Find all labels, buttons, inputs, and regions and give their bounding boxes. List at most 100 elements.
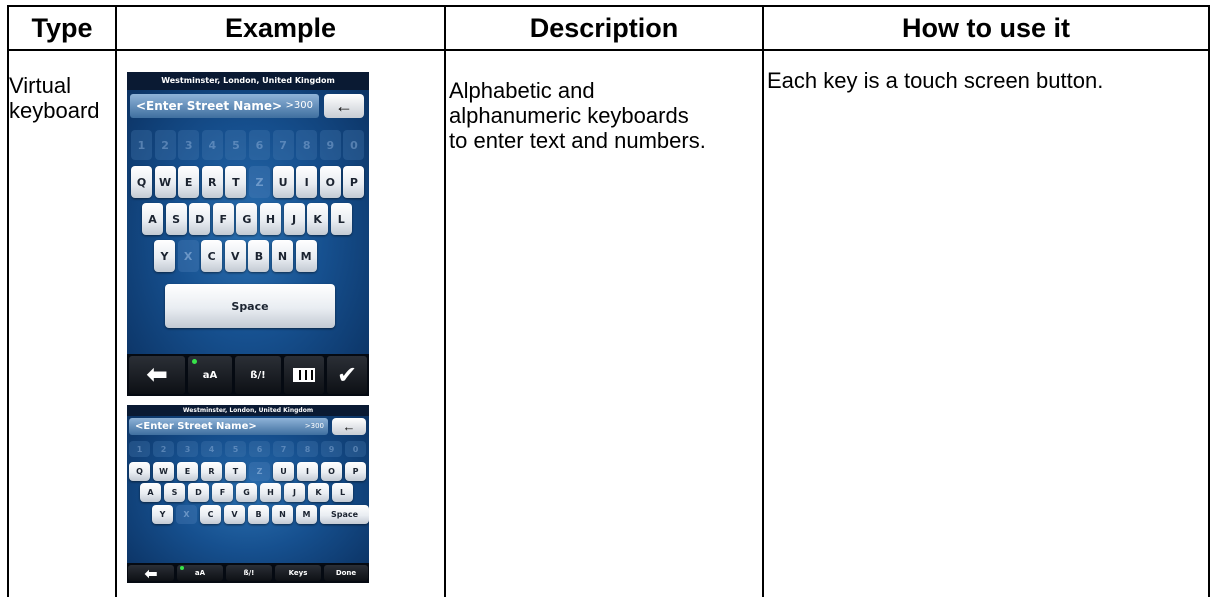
feature-table: Type Example Description How to use it V… xyxy=(7,5,1210,597)
key-g[interactable]: G xyxy=(236,483,257,502)
checkmark-icon: ✔ xyxy=(336,361,358,389)
number-key-1: 1 xyxy=(129,441,150,457)
key-a[interactable]: A xyxy=(142,203,163,235)
key-w[interactable]: W xyxy=(154,166,176,198)
key-u[interactable]: U xyxy=(273,462,294,481)
street-name-input-compact[interactable]: <Enter Street Name> >300 xyxy=(129,418,328,435)
header-how-to-use: How to use it xyxy=(902,12,1070,43)
key-c[interactable]: C xyxy=(201,240,223,272)
number-key-9: 9 xyxy=(319,130,341,160)
key-v[interactable]: V xyxy=(224,505,245,524)
back-button[interactable]: ⬅ xyxy=(129,356,185,394)
street-name-input[interactable]: <Enter Street Name> >300 xyxy=(130,94,319,118)
key-z: Z xyxy=(249,166,270,198)
number-key-3: 3 xyxy=(177,441,198,457)
result-count-compact: >300 xyxy=(304,422,324,430)
key-m[interactable]: M xyxy=(296,505,317,524)
keyboard-layout-button[interactable] xyxy=(284,356,324,394)
key-z: Z xyxy=(249,462,270,481)
number-key-8: 8 xyxy=(296,130,318,160)
done-label: Done xyxy=(335,569,357,577)
key-o[interactable]: O xyxy=(319,166,341,198)
key-y[interactable]: Y xyxy=(152,505,173,524)
backspace-button[interactable]: ← xyxy=(324,94,364,118)
key-u[interactable]: U xyxy=(272,166,294,198)
key-s[interactable]: S xyxy=(164,483,185,502)
key-p[interactable]: P xyxy=(345,462,366,481)
key-k[interactable]: K xyxy=(307,203,329,235)
number-key-0: 0 xyxy=(343,130,365,160)
key-q[interactable]: Q xyxy=(129,462,150,481)
key-e[interactable]: E xyxy=(177,462,198,481)
column-divider-2 xyxy=(444,5,446,597)
key-t[interactable]: T xyxy=(225,166,247,198)
key-b[interactable]: B xyxy=(248,240,270,272)
case-toggle-button-compact[interactable]: aA xyxy=(177,565,223,581)
back-button-compact[interactable]: ⬅ xyxy=(128,563,174,583)
number-key-6: 6 xyxy=(249,130,270,160)
space-key[interactable]: Space xyxy=(320,505,369,524)
key-j[interactable]: J xyxy=(284,483,305,502)
key-i[interactable]: I xyxy=(297,462,318,481)
key-j[interactable]: J xyxy=(283,203,305,235)
number-key-1: 1 xyxy=(131,130,152,160)
street-name-placeholder-compact: <Enter Street Name> xyxy=(135,421,257,432)
key-e[interactable]: E xyxy=(178,166,200,198)
key-t[interactable]: T xyxy=(225,462,246,481)
space-key[interactable]: Space xyxy=(165,284,335,328)
key-i[interactable]: I xyxy=(296,166,318,198)
symbols-button[interactable]: ß/! xyxy=(235,356,281,394)
key-v[interactable]: V xyxy=(224,240,246,272)
column-divider-3 xyxy=(762,5,764,597)
key-n[interactable]: N xyxy=(272,505,293,524)
keyboard-grid-icon xyxy=(293,368,315,382)
key-p[interactable]: P xyxy=(343,166,365,198)
description-line2: alphanumeric keyboards xyxy=(449,103,689,128)
key-w[interactable]: W xyxy=(153,462,174,481)
key-k[interactable]: K xyxy=(308,483,329,502)
type-cell-line2: keyboard xyxy=(9,98,100,123)
keyboard-screenshot-full: Westminster, London, United Kingdom <Ent… xyxy=(127,72,369,396)
number-key-2: 2 xyxy=(153,441,174,457)
location-title: Westminster, London, United Kingdom xyxy=(127,72,369,90)
key-r[interactable]: R xyxy=(201,166,223,198)
done-button-compact[interactable]: Done xyxy=(324,565,368,581)
key-r[interactable]: R xyxy=(201,462,222,481)
key-l[interactable]: L xyxy=(332,483,353,502)
header-description: Description xyxy=(529,12,679,43)
header-example: Example xyxy=(224,12,337,43)
key-d[interactable]: D xyxy=(188,483,209,502)
key-f[interactable]: F xyxy=(212,483,233,502)
key-l[interactable]: L xyxy=(330,203,352,235)
key-h[interactable]: H xyxy=(260,483,281,502)
case-led-indicator xyxy=(192,359,197,364)
back-arrow-icon: ⬅ xyxy=(144,563,158,583)
keys-button[interactable]: Keys xyxy=(275,565,321,581)
key-m[interactable]: M xyxy=(295,240,317,272)
key-h[interactable]: H xyxy=(260,203,281,235)
case-toggle-button[interactable]: aA xyxy=(188,356,232,394)
number-key-4: 4 xyxy=(201,441,222,457)
key-b[interactable]: B xyxy=(248,505,269,524)
key-f[interactable]: F xyxy=(212,203,234,235)
symbols-label: ß/! xyxy=(250,369,266,381)
done-button[interactable]: ✔ xyxy=(327,356,367,394)
key-a[interactable]: A xyxy=(140,483,161,502)
number-key-2: 2 xyxy=(154,130,176,160)
key-n[interactable]: N xyxy=(272,240,293,272)
key-o[interactable]: O xyxy=(321,462,342,481)
description-line3: to enter text and numbers. xyxy=(449,128,706,153)
key-q[interactable]: Q xyxy=(131,166,152,198)
number-key-4: 4 xyxy=(201,130,223,160)
backspace-button-compact[interactable]: ← xyxy=(332,418,366,435)
result-count: >300 xyxy=(285,100,313,111)
key-g[interactable]: G xyxy=(236,203,258,235)
symbols-button-compact[interactable]: ß/! xyxy=(226,565,272,581)
key-d[interactable]: D xyxy=(189,203,211,235)
key-c[interactable]: C xyxy=(200,505,221,524)
column-divider-1 xyxy=(115,5,117,597)
number-key-0: 0 xyxy=(345,441,366,457)
key-s[interactable]: S xyxy=(165,203,187,235)
number-key-3: 3 xyxy=(178,130,200,160)
key-y[interactable]: Y xyxy=(154,240,175,272)
